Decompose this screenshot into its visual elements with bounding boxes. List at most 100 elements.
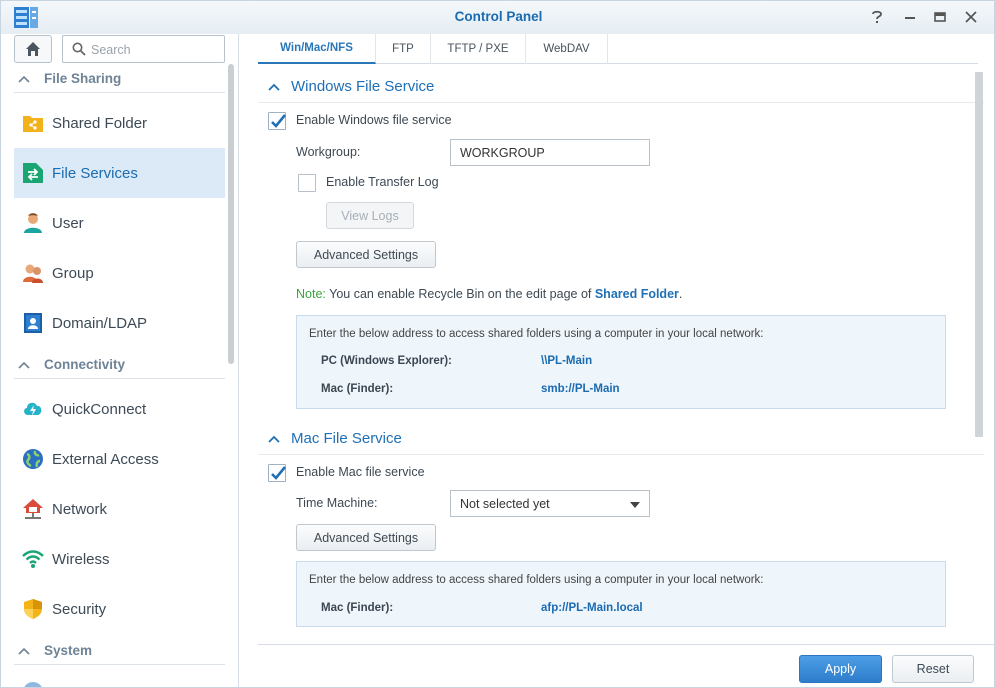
sidebar-item-shared-folder[interactable]: Shared Folder — [14, 98, 225, 148]
info-value: \\PL-Main — [541, 355, 593, 367]
sidebar-item-group[interactable]: Group — [14, 248, 225, 298]
tab-tftp-pxe[interactable]: TFTP / PXE — [431, 34, 526, 64]
maximize-button[interactable] — [931, 9, 949, 25]
tab-win-mac-nfs[interactable]: Win/Mac/NFS — [258, 34, 376, 64]
tab-webdav[interactable]: WebDAV — [526, 34, 608, 64]
windows-advanced-settings-button[interactable]: Advanced Settings — [296, 241, 436, 268]
help-icon — [872, 10, 882, 23]
title-bar: Control Panel — [1, 1, 994, 34]
chevron-up-icon — [18, 647, 30, 655]
sidebar-item-label: User — [52, 214, 84, 232]
sidebar-item-label: Network — [52, 500, 108, 518]
sidebar-item-label: External Access — [52, 450, 159, 468]
mac-file-service-header[interactable]: Mac File Service — [258, 423, 984, 455]
transfer-log-checkbox[interactable] — [298, 174, 316, 192]
view-logs-button[interactable]: View Logs — [326, 202, 414, 229]
info-value: smb://PL-Main — [541, 383, 620, 395]
control-panel-window: Control Panel File Sharing — [0, 0, 995, 688]
dropdown-arrow-icon — [630, 502, 640, 508]
checkmark-icon — [271, 466, 287, 480]
time-machine-select[interactable]: Not selected yet — [450, 490, 650, 517]
main-panel: Win/Mac/NFS FTP TFTP / PXE WebDAV Window… — [240, 34, 994, 687]
home-icon — [26, 42, 40, 56]
sidebar-item-user[interactable]: User — [14, 198, 225, 248]
note-suffix: . — [678, 287, 683, 301]
sidebar-item-label: Security — [52, 600, 107, 618]
window-title: Control Panel — [454, 9, 543, 24]
note-text: You can enable Recycle Bin on the edit p… — [325, 287, 595, 301]
chevron-up-icon — [18, 75, 30, 83]
section-connectivity[interactable]: Connectivity — [14, 351, 225, 379]
mac-address-info: Enter the below address to access shared… — [296, 561, 946, 627]
info-key: PC (Windows Explorer): — [321, 355, 452, 367]
sidebar-item-network[interactable]: Network — [14, 484, 225, 534]
sidebar-scrollbar[interactable] — [228, 64, 234, 364]
sidebar-item-label: Wireless — [52, 550, 110, 568]
enable-windows-checkbox[interactable] — [268, 112, 287, 130]
sidebar-item-label: QuickConnect — [52, 400, 147, 418]
apply-button[interactable]: Apply — [799, 655, 882, 683]
reset-button[interactable]: Reset — [892, 655, 974, 683]
transfer-log-label: Enable Transfer Log — [326, 175, 439, 189]
domain-ldap-icon — [22, 312, 44, 334]
info-value: afp://PL-Main.local — [541, 602, 643, 614]
info-intro: Enter the below address to access shared… — [309, 574, 764, 586]
network-icon — [22, 498, 44, 520]
settings-scrollbar[interactable] — [975, 72, 983, 437]
workgroup-label: Workgroup: — [296, 145, 361, 159]
section-title: Mac File Service — [291, 430, 402, 447]
security-icon — [22, 598, 44, 620]
enable-mac-label: Enable Mac file service — [296, 465, 425, 479]
sidebar-item-domain-ldap[interactable]: Domain/LDAP — [14, 298, 225, 348]
mac-advanced-settings-button[interactable]: Advanced Settings — [296, 524, 436, 551]
sidebar-item-wireless[interactable]: Wireless — [14, 534, 225, 584]
footer: Apply Reset — [258, 644, 994, 687]
shared-folder-icon — [22, 112, 44, 134]
windows-file-service-header[interactable]: Windows File Service — [258, 71, 984, 103]
windows-address-info: Enter the below address to access shared… — [296, 315, 946, 409]
recycle-bin-note: Note: You can enable Recycle Bin on the … — [296, 287, 682, 301]
enable-mac-checkbox[interactable] — [268, 464, 287, 482]
checkmark-icon — [271, 114, 287, 128]
info-key: Mac (Finder): — [321, 602, 394, 614]
close-button[interactable] — [962, 9, 980, 25]
time-machine-label: Time Machine: — [296, 496, 378, 510]
section-label: Connectivity — [44, 357, 126, 372]
user-icon — [22, 212, 44, 234]
note-prefix: Note: — [296, 287, 326, 301]
maximize-icon — [934, 12, 946, 22]
sidebar-item-label: File Services — [52, 164, 138, 182]
sidebar-item-label: Group — [52, 264, 94, 282]
search-input[interactable] — [91, 40, 221, 59]
section-file-sharing[interactable]: File Sharing — [14, 65, 225, 93]
enable-windows-label: Enable Windows file service — [296, 113, 452, 127]
sidebar-item-label: Shared Folder — [52, 114, 148, 132]
minimize-button[interactable] — [901, 9, 919, 25]
minimize-icon — [905, 17, 915, 19]
help-button[interactable] — [868, 9, 886, 25]
section-system[interactable]: System — [14, 637, 225, 665]
sidebar-item-external-access[interactable]: External Access — [14, 434, 225, 484]
sidebar-item-file-services[interactable]: File Services — [14, 148, 225, 198]
chevron-up-icon — [268, 83, 280, 91]
tab-ftp[interactable]: FTP — [376, 34, 431, 64]
shared-folder-link[interactable]: Shared Folder — [595, 287, 679, 301]
file-services-icon — [22, 162, 44, 184]
chevron-up-icon — [268, 435, 280, 443]
home-button[interactable] — [14, 35, 52, 63]
sidebar-item-security[interactable]: Security — [14, 584, 225, 634]
sidebar-item-quickconnect[interactable]: QuickConnect — [14, 384, 225, 434]
wireless-icon — [22, 548, 44, 570]
section-label: System — [44, 643, 93, 658]
time-machine-value: Not selected yet — [460, 496, 550, 511]
sidebar-item-label: Domain/LDAP — [52, 314, 148, 332]
search-box[interactable] — [62, 35, 225, 63]
section-title: Windows File Service — [291, 78, 435, 95]
settings-scroll-area: Windows File Service Enable Windows file… — [258, 69, 984, 639]
tab-bar: Win/Mac/NFS FTP TFTP / PXE WebDAV — [258, 34, 978, 64]
group-icon — [22, 262, 44, 284]
info-key: Mac (Finder): — [321, 383, 394, 395]
quickconnect-icon — [22, 398, 44, 420]
partially-visible-item-icon — [23, 682, 43, 687]
workgroup-field[interactable]: WORKGROUP — [450, 139, 650, 166]
